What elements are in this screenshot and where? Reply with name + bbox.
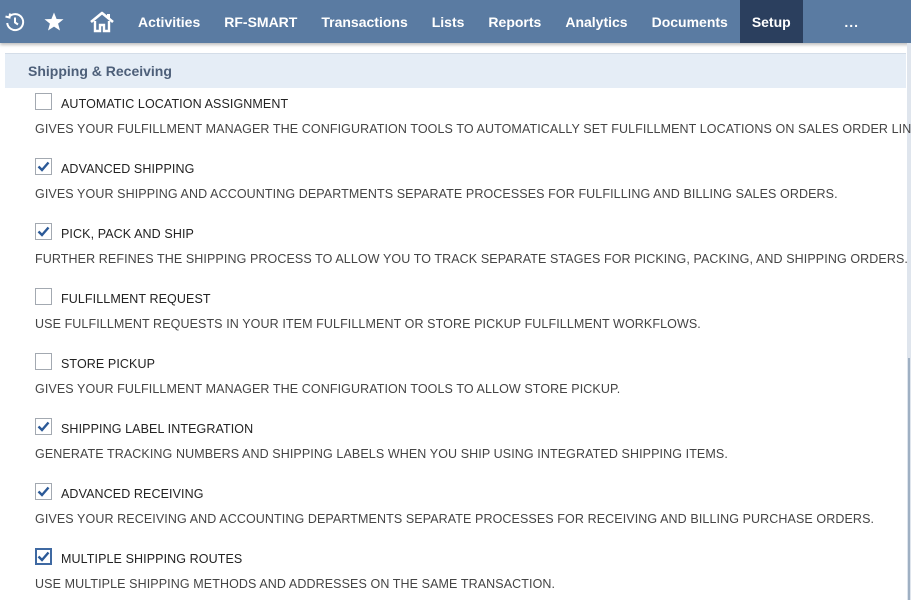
feature-label[interactable]: MULTIPLE SHIPPING ROUTES — [61, 552, 242, 566]
feature-checkbox[interactable] — [35, 418, 52, 435]
feature-label[interactable]: PICK, PACK AND SHIP — [61, 227, 194, 241]
feature-option: STORE PICKUP GIVES YOUR FULFILLMENT MANAG… — [0, 353, 911, 413]
feature-option: MULTIPLE SHIPPING ROUTES USE MULTIPLE SHI… — [0, 548, 911, 600]
feature-checkbox[interactable] — [35, 548, 52, 565]
feature-description: GIVES YOUR SHIPPING AND ACCOUNTING DEPAR… — [35, 187, 838, 201]
star-icon[interactable] — [30, 0, 78, 43]
nav-more-menu[interactable]: ... — [803, 0, 901, 43]
home-icon[interactable] — [78, 0, 126, 43]
checkmark-icon — [37, 486, 50, 497]
feature-checkbox[interactable] — [35, 483, 52, 500]
nav-reports[interactable]: Reports — [476, 0, 553, 43]
feature-option: ADVANCED RECEIVING GIVES YOUR RECEIVING A… — [0, 483, 911, 543]
feature-label[interactable]: SHIPPING LABEL INTEGRATION — [61, 422, 253, 436]
recent-records-icon[interactable] — [0, 0, 30, 43]
nav-documents[interactable]: Documents — [640, 0, 740, 43]
feature-description: FURTHER REFINES THE SHIPPING PROCESS TO … — [35, 252, 908, 266]
feature-option: PICK, PACK AND SHIP FURTHER REFINES THE S… — [0, 223, 911, 283]
feature-label[interactable]: STORE PICKUP — [61, 357, 155, 371]
nav-rf-smart[interactable]: RF-SMART — [212, 0, 309, 43]
feature-label[interactable]: AUTOMATIC LOCATION ASSIGNMENT — [61, 97, 288, 111]
checkmark-icon — [37, 161, 50, 172]
feature-checkbox[interactable] — [35, 93, 52, 110]
checkmark-icon — [37, 226, 50, 237]
feature-option: FULFILLMENT REQUEST USE FULFILLMENT REQUE… — [0, 288, 911, 348]
feature-description: GIVES YOUR RECEIVING AND ACCOUNTING DEPA… — [35, 512, 875, 526]
nav-setup[interactable]: Setup — [739, 0, 803, 43]
checkmark-icon — [37, 421, 50, 432]
feature-option: AUTOMATIC LOCATION ASSIGNMENT GIVES YOUR … — [0, 93, 911, 153]
feature-option: SHIPPING LABEL INTEGRATION GENERATE TRACK… — [0, 418, 911, 478]
nav-transactions[interactable]: Transactions — [309, 0, 419, 43]
feature-label[interactable]: FULFILLMENT REQUEST — [61, 292, 211, 306]
nav-activities[interactable]: Activities — [126, 0, 212, 43]
feature-description: GENERATE TRACKING NUMBERS AND SHIPPING L… — [35, 447, 728, 461]
feature-checkbox[interactable] — [35, 288, 52, 305]
feature-checkbox[interactable] — [35, 158, 52, 175]
feature-description: GIVES YOUR FULFILLMENT MANAGER THE CONFI… — [35, 382, 621, 396]
top-navigation-bar: Activities RF-SMART Transactions Lists R… — [0, 0, 911, 43]
nav-lists[interactable]: Lists — [420, 0, 477, 43]
feature-label[interactable]: ADVANCED SHIPPING — [61, 162, 194, 176]
feature-description: USE FULFILLMENT REQUESTS IN YOUR ITEM FU… — [35, 317, 701, 331]
feature-checkbox[interactable] — [35, 223, 52, 240]
section-title: Shipping & Receiving — [28, 63, 172, 79]
feature-description: USE MULTIPLE SHIPPING METHODS AND ADDRES… — [35, 577, 556, 591]
feature-description: GIVES YOUR FULFILLMENT MANAGER THE CONFI… — [35, 122, 911, 136]
section-header[interactable]: Shipping & Receiving — [5, 53, 906, 88]
feature-label[interactable]: ADVANCED RECEIVING — [61, 487, 204, 501]
feature-option: ADVANCED SHIPPING GIVES YOUR SHIPPING AND… — [0, 158, 911, 218]
checkmark-icon — [37, 551, 50, 562]
feature-checkbox[interactable] — [35, 353, 52, 370]
nav-analytics[interactable]: Analytics — [553, 0, 639, 43]
